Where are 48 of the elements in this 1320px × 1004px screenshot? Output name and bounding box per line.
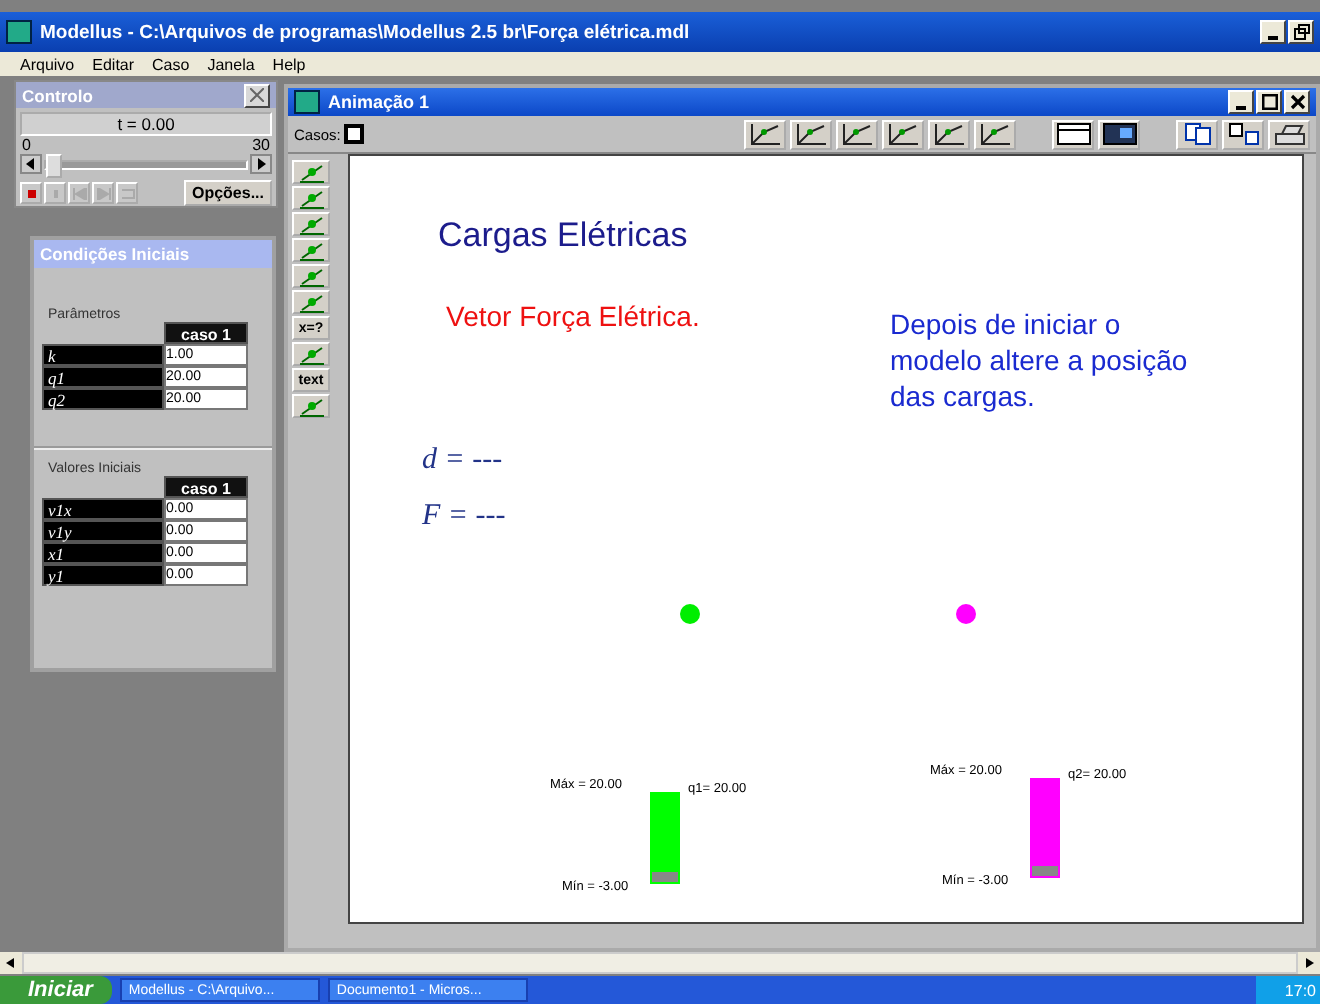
panel-title: Condições Iniciais bbox=[40, 244, 190, 264]
close-button[interactable] bbox=[244, 83, 270, 107]
copy-icon[interactable] bbox=[1176, 119, 1218, 149]
time-display: t = 0.00 bbox=[20, 112, 272, 136]
case-icon[interactable] bbox=[344, 124, 365, 144]
horizontal-scrollbar[interactable] bbox=[0, 952, 1320, 974]
paste-icon[interactable] bbox=[1222, 119, 1264, 149]
variable-name: v1x bbox=[42, 498, 164, 520]
slider-thumb[interactable] bbox=[46, 153, 62, 177]
restore-icon bbox=[1293, 24, 1309, 40]
window-title: Animação 1 bbox=[328, 92, 432, 112]
canvas-subtitle: Vetor Força Elétrica. bbox=[446, 300, 700, 332]
panel-title: Controlo bbox=[22, 85, 93, 105]
menu-item[interactable]: Help bbox=[272, 55, 306, 73]
canvas-title: Cargas Elétricas bbox=[438, 216, 688, 256]
menu-item[interactable]: Arquivo bbox=[20, 55, 75, 73]
restore-button[interactable] bbox=[1288, 20, 1314, 44]
charge-dot[interactable] bbox=[956, 604, 976, 624]
menu-item[interactable]: Editar bbox=[92, 55, 135, 73]
play-button[interactable] bbox=[20, 182, 42, 204]
column-header: caso 1 bbox=[164, 476, 248, 498]
clock: 17:0 bbox=[1284, 981, 1316, 999]
variable-name: q1 bbox=[42, 366, 164, 388]
variable-name: q2 bbox=[42, 388, 164, 410]
minimize-button[interactable] bbox=[1228, 90, 1254, 114]
stop-icon bbox=[25, 187, 37, 199]
column-header: caso 1 bbox=[164, 322, 248, 344]
instruction-text: Depois de iniciar o modelo altere a posição das cargas. bbox=[890, 306, 1190, 414]
variable-name: k bbox=[42, 344, 164, 366]
table-icon[interactable] bbox=[1052, 119, 1094, 149]
printer-icon[interactable] bbox=[1268, 119, 1310, 149]
charge-dot[interactable] bbox=[680, 604, 700, 624]
distance-readout: d = --- bbox=[422, 444, 503, 478]
menu-item[interactable]: Janela bbox=[207, 55, 255, 73]
start-button[interactable]: Iniciar bbox=[0, 976, 113, 1004]
menu-item[interactable]: Caso bbox=[152, 55, 190, 73]
pause-icon bbox=[49, 187, 61, 199]
variable-name: x1 bbox=[42, 542, 164, 564]
variable-name: y1 bbox=[42, 564, 164, 586]
slider-max: 30 bbox=[252, 136, 270, 154]
slider-min: 0 bbox=[22, 136, 31, 154]
options-button[interactable]: Opções... bbox=[183, 180, 272, 206]
minimize-button[interactable] bbox=[1260, 20, 1286, 44]
close-button[interactable] bbox=[1284, 90, 1310, 114]
window-title: Modellus - C:\Arquivos de programas\Modellus 2.5 br\Força elétrica.mdl bbox=[40, 21, 692, 43]
force-readout: F = --- bbox=[422, 500, 506, 534]
variable-name: v1y bbox=[42, 520, 164, 542]
maximize-button[interactable] bbox=[1256, 90, 1282, 114]
